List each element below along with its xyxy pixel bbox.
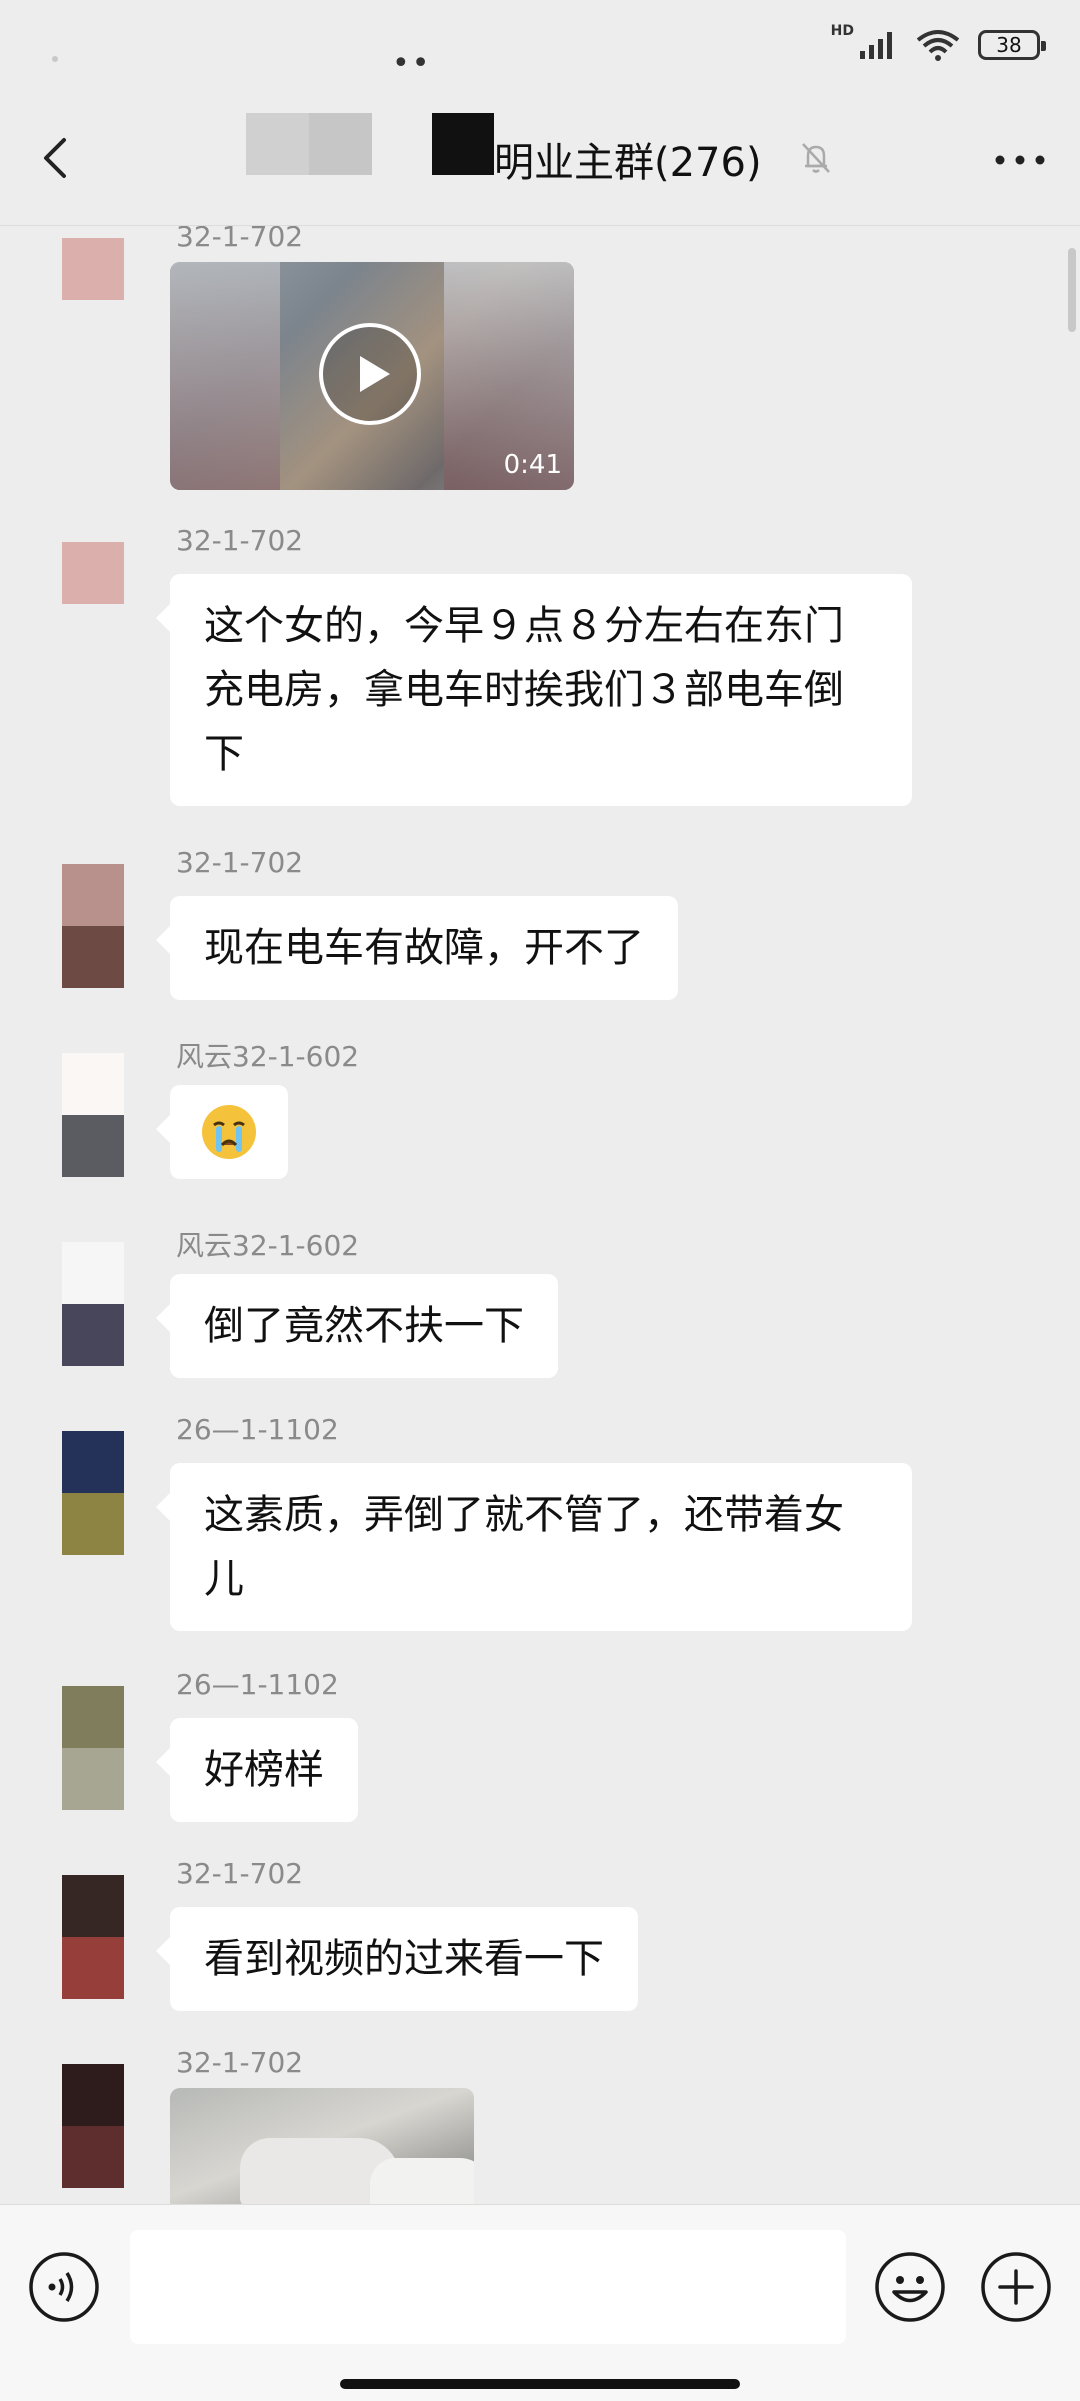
avatar[interactable] (62, 1431, 124, 1555)
sender-name: 32-1-702 (176, 524, 304, 557)
avatar-segment (62, 1875, 124, 1937)
avatar-segment (62, 1748, 124, 1810)
battery-indicator: 38 (978, 30, 1046, 60)
back-arrow-icon[interactable] (30, 128, 80, 188)
redacted-title-block (246, 113, 372, 175)
avatar-segment (62, 542, 124, 604)
redacted-title-block-dark (432, 113, 494, 175)
plus-icon[interactable] (980, 2251, 1052, 2323)
avatar-segment (62, 1493, 124, 1555)
message-bubble[interactable]: 这素质，弄倒了就不管了，还带着女儿 (156, 1463, 912, 1631)
chat-header: 明业主群(276) (0, 100, 1080, 226)
avatar[interactable] (62, 1242, 124, 1366)
sender-name: 32-1-702 (176, 226, 304, 253)
avatar-segment (62, 238, 124, 300)
avatar-segment (62, 2064, 124, 2126)
image-content (370, 2158, 474, 2204)
status-bar: •• HD 38 (0, 0, 1080, 100)
input-bar (0, 2204, 1080, 2401)
status-icons: HD 38 (831, 23, 1046, 62)
video-duration: 0:41 (503, 450, 562, 480)
play-icon[interactable] (318, 322, 422, 426)
home-indicator[interactable] (340, 2379, 740, 2389)
avatar[interactable] (62, 1686, 124, 1810)
hd-label: HD (830, 23, 854, 39)
message-input[interactable] (130, 2230, 846, 2344)
muted-bell-icon (802, 143, 830, 173)
avatar-segment (62, 1937, 124, 1999)
message-bubble[interactable]: 倒了竟然不扶一下 (156, 1274, 558, 1378)
video-message[interactable]: 0:41 (170, 262, 574, 490)
signal-icon (860, 32, 892, 59)
sender-name: 32-1-702 (176, 846, 304, 879)
battery-level: 38 (996, 33, 1022, 57)
message-bubble[interactable]: 这个女的，今早９点８分左右在东门充电房，拿电车时挨我们３部电车倒下 (156, 574, 912, 806)
notification-dots: •• (392, 46, 432, 81)
sender-name: 26—1-1102 (176, 1668, 339, 1701)
message-bubble[interactable]: 看到视频的过来看一下 (156, 1907, 638, 2011)
sender-name: 32-1-702 (176, 2046, 304, 2079)
emoji-picker-icon[interactable] (874, 2251, 946, 2323)
scrollbar[interactable] (1068, 248, 1076, 332)
avatar[interactable] (62, 1875, 124, 1999)
avatar-segment (62, 926, 124, 988)
avatar-segment (62, 1431, 124, 1493)
avatar-segment (62, 1115, 124, 1177)
message-bubble[interactable]: 现在电车有故障，开不了 (156, 896, 678, 1000)
avatar[interactable] (62, 542, 124, 604)
avatar-segment (62, 1053, 124, 1115)
more-options-icon[interactable] (992, 140, 1048, 180)
avatar[interactable] (62, 238, 124, 300)
chat-message-list[interactable]: 32-1-702 0:41 32-1-702 这个女的，今早９点８分左右在东门充… (0, 226, 1080, 2204)
crying-face-icon (202, 1105, 256, 1159)
avatar-segment (62, 1686, 124, 1748)
message-bubble[interactable]: 好榜样 (156, 1718, 358, 1822)
avatar-segment (62, 2126, 124, 2188)
message-bubble[interactable] (156, 1085, 288, 1179)
video-thumbnail (170, 262, 280, 490)
wifi-icon (916, 30, 960, 61)
avatar-segment (62, 864, 124, 926)
avatar[interactable] (62, 864, 124, 988)
sender-name: 32-1-702 (176, 1857, 304, 1890)
sender-name: 26—1-1102 (176, 1413, 339, 1446)
sender-name: 风云32-1-602 (176, 1040, 360, 1073)
avatar[interactable] (62, 1053, 124, 1177)
image-message[interactable] (170, 2088, 474, 2204)
status-dot (52, 56, 58, 62)
avatar[interactable] (62, 2064, 124, 2188)
avatar-segment (62, 1304, 124, 1366)
voice-input-icon[interactable] (28, 2251, 100, 2323)
group-title: 明业主群(276) (494, 140, 762, 186)
sender-name: 风云32-1-602 (176, 1229, 360, 1262)
avatar-segment (62, 1242, 124, 1304)
